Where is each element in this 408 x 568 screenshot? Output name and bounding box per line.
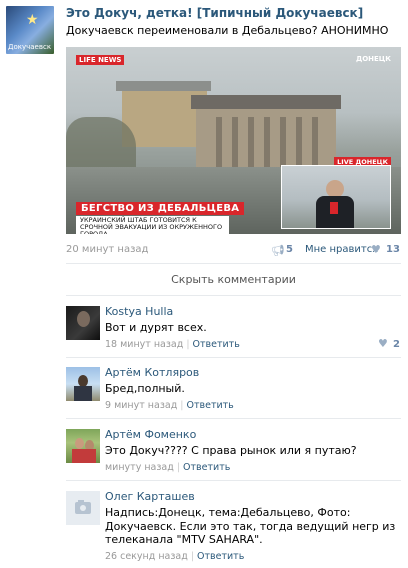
location-tag: ДОНЕЦК: [355, 55, 391, 63]
reply-link[interactable]: Ответить: [197, 551, 244, 562]
group-avatar[interactable]: ★ Докучаевск: [6, 6, 54, 54]
comment-meta: 18 минут назад | Ответить: [105, 339, 240, 350]
divider: [66, 357, 401, 358]
comment-time[interactable]: 26 секунд назад: [105, 551, 188, 562]
like-button[interactable]: Мне нравится: [305, 244, 378, 255]
channel-logo: LIFE NEWS: [76, 55, 125, 65]
divider: [66, 418, 401, 419]
heart-icon[interactable]: ♥: [378, 337, 388, 350]
post-text: Докучаевск переименовали в Дебальцево? А…: [66, 24, 389, 37]
post-time-link[interactable]: 20 минут назад: [66, 244, 148, 255]
microphone: [330, 202, 338, 214]
building-left-roof: [116, 81, 211, 91]
comment-author[interactable]: Олег Карташев: [105, 490, 195, 503]
reply-link[interactable]: Ответить: [193, 339, 240, 350]
avatar-caption: Докучаевск: [8, 43, 52, 51]
avatar[interactable]: [66, 306, 100, 340]
reply-link[interactable]: Ответить: [183, 462, 230, 473]
avatar[interactable]: [66, 491, 100, 525]
comment-author[interactable]: Артём Котляров: [105, 366, 199, 379]
comment-text: Бред,полный.: [105, 382, 185, 395]
hide-comments-link[interactable]: Скрыть комментарии: [66, 273, 401, 286]
like-count[interactable]: 13: [386, 244, 400, 255]
star-icon: ★: [26, 12, 39, 28]
comment-author[interactable]: Артём Фоменко: [105, 428, 196, 441]
comment-author[interactable]: Kostya Hulla: [105, 305, 173, 318]
building-mid-roof: [191, 95, 341, 109]
avatar[interactable]: [66, 429, 100, 463]
divider: [66, 480, 401, 481]
comment-text: Вот и дурят всех.: [105, 321, 207, 334]
news-photo[interactable]: LIFE NEWS ДОНЕЦК LIVE ДОНЕЦК БЕГСТВО ИЗ …: [66, 47, 401, 234]
news-subbanner: УКРАИНСКИЙ ШТАБ ГОТОВИТСЯ К СРОЧНОЙ ЭВАК…: [76, 216, 229, 234]
comment-like-count[interactable]: 2: [393, 339, 400, 350]
comment-meta: 26 секунд назад | Ответить: [105, 551, 245, 562]
divider: [66, 295, 401, 296]
group-name-link[interactable]: Это Докуч, детка! [Типичный Докучаевск]: [66, 6, 363, 20]
repost-count[interactable]: 5: [286, 244, 293, 255]
divider: [66, 263, 401, 264]
comment-time[interactable]: 18 минут назад: [105, 339, 183, 350]
comment-time[interactable]: минуту назад: [105, 462, 174, 473]
news-banner: БЕГСТВО ИЗ ДЕБАЛЬЦЕВА: [76, 202, 245, 215]
comment-meta: минуту назад | Ответить: [105, 462, 231, 473]
comment-time[interactable]: 9 минут назад: [105, 400, 177, 411]
comment-text: Это Докуч???? С права рынок или я путаю?: [105, 444, 357, 457]
comment-text: Надпись:Донецк, тема:Дебальцево, Фото: Д…: [105, 506, 396, 546]
reporter-inset: [281, 165, 391, 229]
megaphone-icon[interactable]: 📢︎: [271, 244, 285, 257]
avatar[interactable]: [66, 367, 100, 401]
comment-meta: 9 минут назад | Ответить: [105, 400, 234, 411]
heart-icon[interactable]: ♥: [371, 243, 381, 256]
reply-link[interactable]: Ответить: [186, 400, 233, 411]
